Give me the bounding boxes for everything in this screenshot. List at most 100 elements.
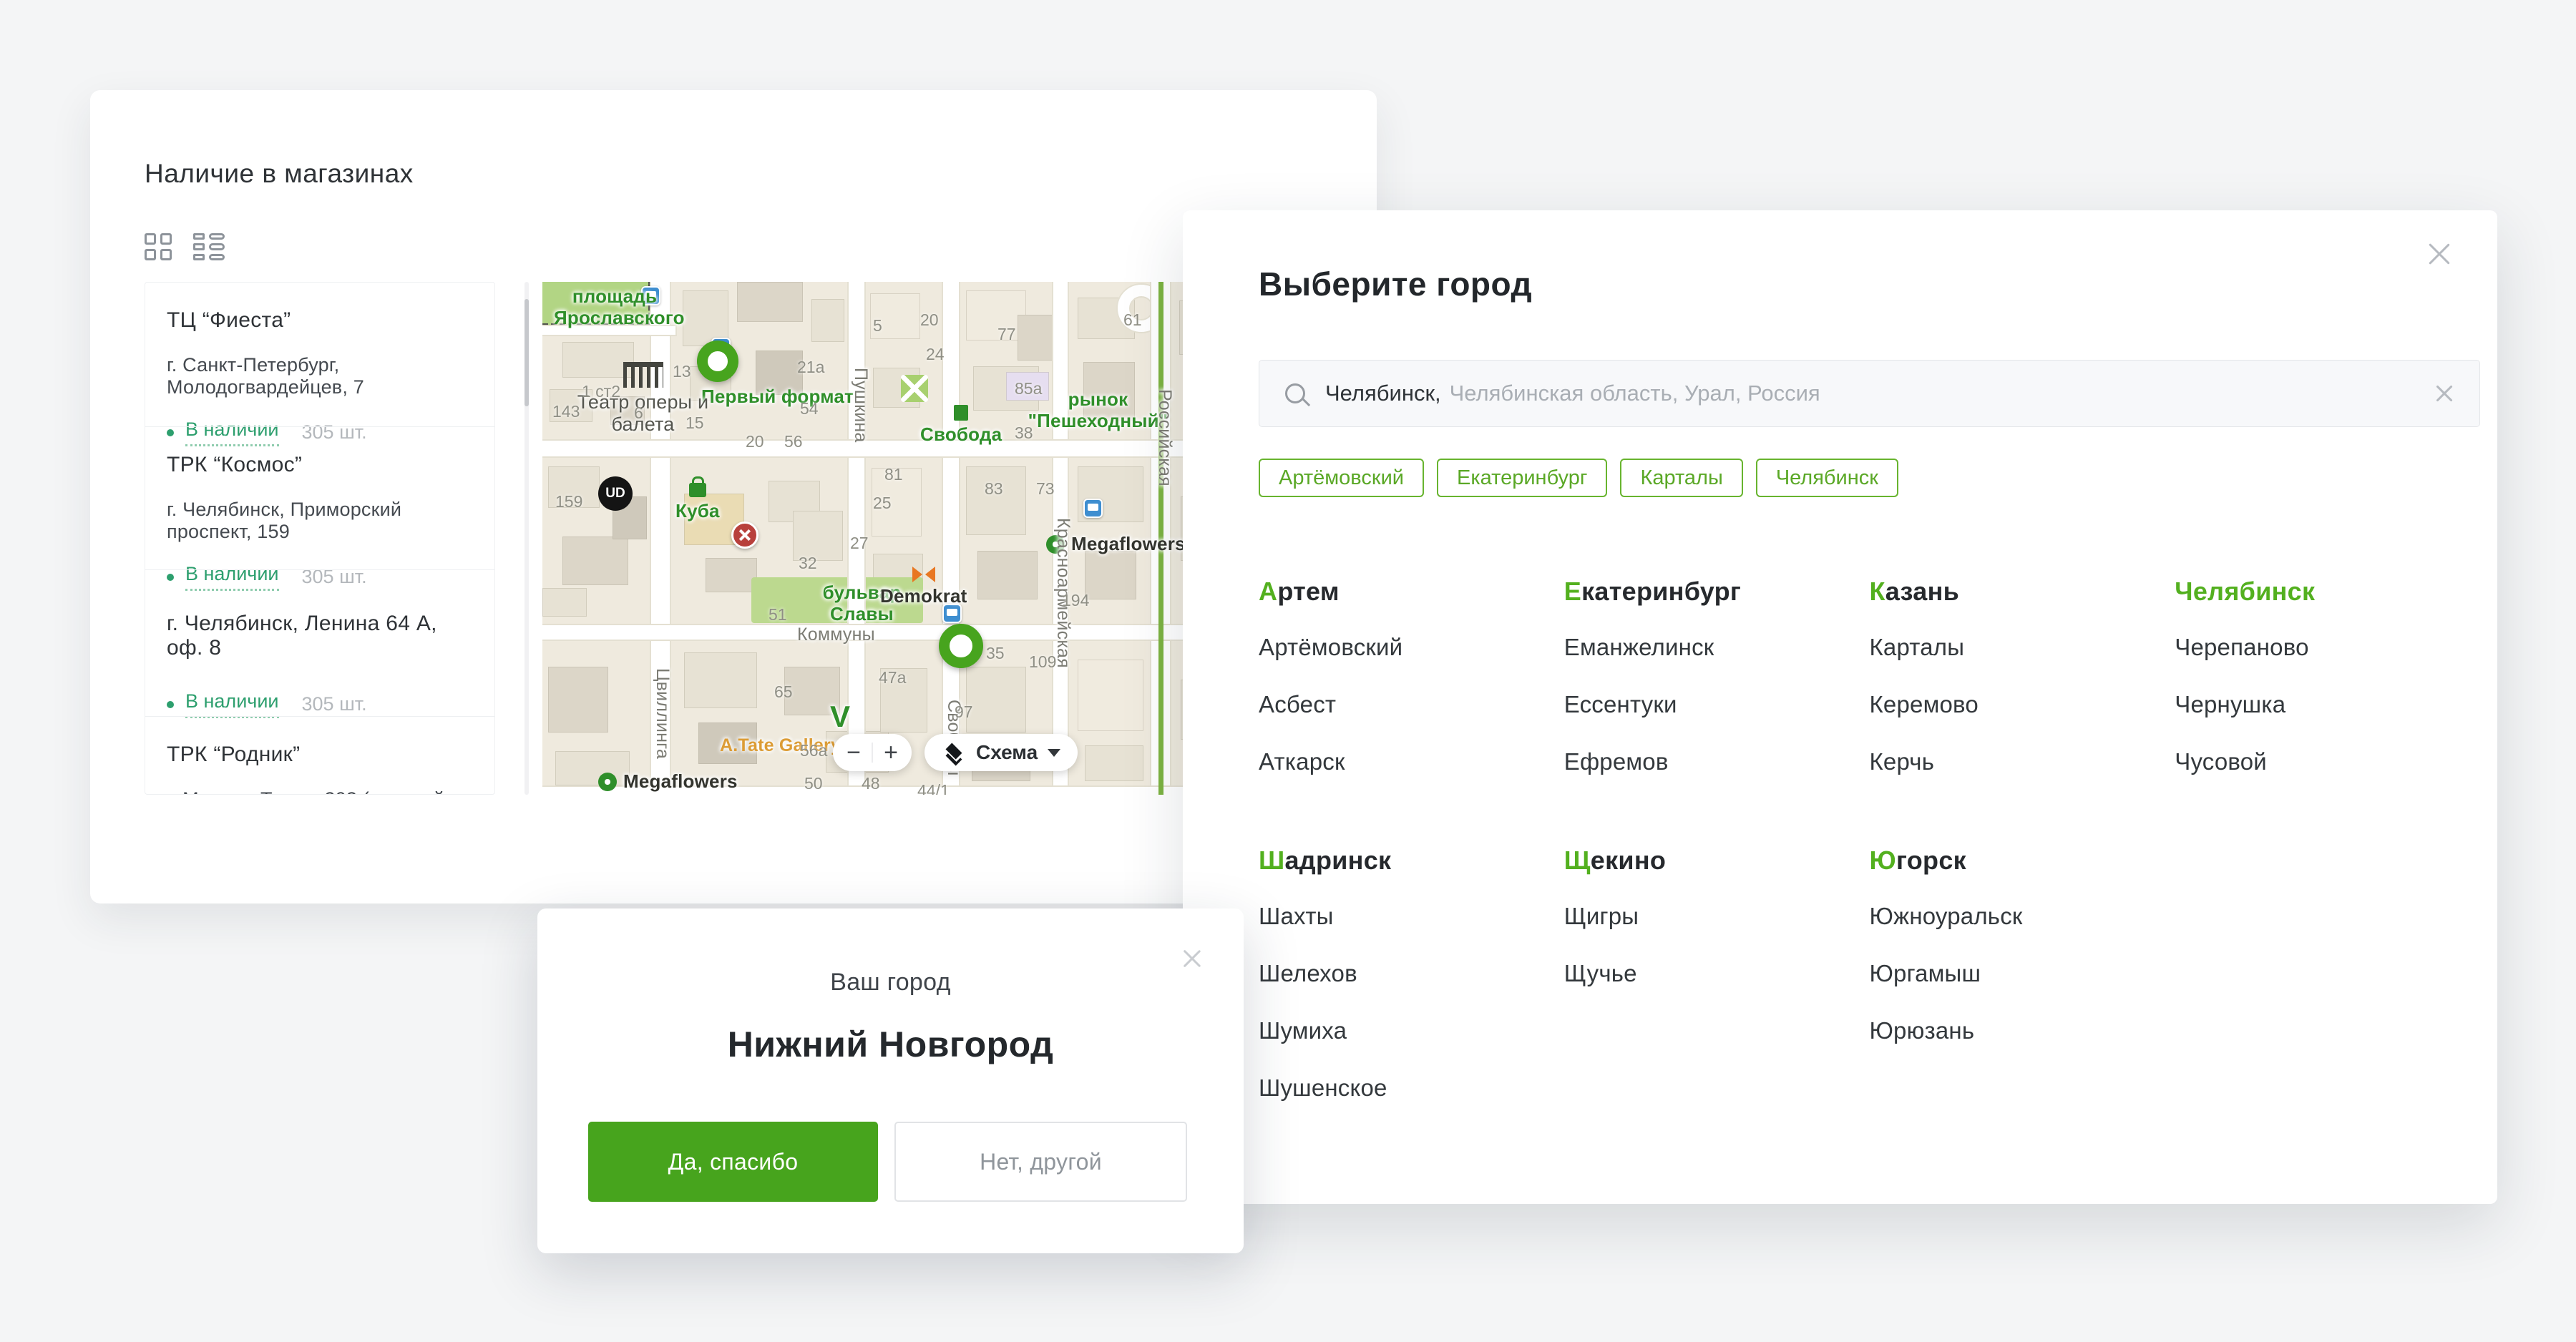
group-rest: елябинск bbox=[2193, 577, 2315, 606]
city-group: Артем Артёмовский Асбест Аткарск bbox=[1259, 577, 1564, 805]
group-initial: Ч bbox=[2175, 577, 2193, 606]
city-option[interactable]: Шахты bbox=[1259, 903, 1334, 930]
city-option[interactable]: Ефремов bbox=[1564, 748, 1669, 775]
city-chip[interactable]: Челябинск bbox=[1756, 459, 1898, 497]
store-list-item[interactable]: ТЦ “Фиеста” г. Санкт-Петербург, Молодогв… bbox=[145, 283, 494, 426]
zoom-out-button[interactable]: − bbox=[836, 734, 872, 771]
map-label-text: V bbox=[830, 700, 850, 733]
map-layers-button[interactable]: Схема bbox=[924, 734, 1078, 771]
city-option[interactable]: Щигры bbox=[1564, 903, 1639, 930]
store-location-marker[interactable] bbox=[939, 624, 983, 668]
city-option[interactable]: Шушенское bbox=[1259, 1074, 1387, 1102]
map-building-number: 109 bbox=[1029, 652, 1056, 672]
grid-view-icon[interactable] bbox=[145, 233, 172, 260]
map-building-number: 1 ст2 bbox=[582, 382, 620, 401]
city-option[interactable]: Ессентуки bbox=[1564, 691, 1677, 718]
map-building bbox=[1085, 551, 1136, 599]
zoom-in-button[interactable]: + bbox=[873, 734, 909, 771]
group-initial: Е bbox=[1564, 577, 1581, 606]
city-search-input[interactable]: Челябинск, Челябинская область, Урал, Ро… bbox=[1259, 360, 2480, 427]
closed-poi-icon bbox=[731, 521, 758, 549]
store-address: г. Санкт-Петербург, Молодогвардейцев, 7 bbox=[167, 354, 473, 398]
city-option[interactable]: Керчь bbox=[1870, 748, 1935, 775]
city-group-header[interactable]: Казань bbox=[1870, 577, 1960, 607]
group-rest: ртем bbox=[1277, 577, 1340, 606]
map-zoom-control: − + bbox=[833, 734, 912, 771]
city-option[interactable]: Шумиха bbox=[1259, 1017, 1347, 1044]
city-group-empty bbox=[2175, 846, 2480, 1132]
group-initial: К bbox=[1870, 577, 1885, 606]
map-building-number: 47а bbox=[879, 668, 906, 687]
search-value: Челябинск, bbox=[1325, 381, 1441, 406]
store-name: ТЦ “Фиеста” bbox=[167, 308, 473, 333]
store-list-item[interactable]: ТРК “Космос” г. Челябинск, Приморский пр… bbox=[145, 426, 494, 569]
city-option[interactable]: Аткарск bbox=[1259, 748, 1345, 775]
decline-city-button[interactable]: Нет, другой bbox=[894, 1122, 1187, 1202]
list-view-icon[interactable] bbox=[193, 233, 225, 260]
map-label-text: Megaflowers bbox=[623, 771, 738, 793]
city-option[interactable]: Южноуральск bbox=[1870, 903, 2023, 930]
city-option[interactable]: Чусовой bbox=[2175, 748, 2267, 775]
city-group: Щекино Щигры Щучье bbox=[1564, 846, 1870, 1132]
map-building-number: 81 bbox=[884, 465, 903, 484]
chevron-down-icon bbox=[1048, 749, 1060, 757]
clear-search-icon[interactable] bbox=[2435, 384, 2454, 403]
city-option[interactable]: Карталы bbox=[1870, 634, 1965, 661]
poi-label: Megaflowers bbox=[598, 771, 738, 793]
city-group-header[interactable]: Шадринск bbox=[1259, 846, 1391, 876]
search-icon bbox=[1285, 383, 1305, 403]
map-building-number: 143 bbox=[552, 402, 580, 421]
close-icon[interactable] bbox=[1182, 949, 1202, 969]
close-icon[interactable] bbox=[2427, 242, 2451, 266]
map-building-number: 56а bbox=[800, 741, 827, 760]
map-building bbox=[811, 299, 844, 342]
list-scrollbar[interactable] bbox=[525, 282, 529, 795]
map-building-number: 5 bbox=[873, 316, 882, 336]
map-building bbox=[966, 667, 1026, 733]
map-label-text: Куба bbox=[675, 501, 720, 522]
flower-icon bbox=[598, 773, 617, 791]
city-option[interactable]: Черепаново bbox=[2175, 634, 2308, 661]
map-building-number: 38 bbox=[1015, 423, 1033, 443]
city-chip[interactable]: Карталы bbox=[1620, 459, 1742, 497]
group-rest: катеринбург bbox=[1581, 577, 1741, 606]
map-building-number: 32 bbox=[799, 554, 817, 573]
city-chip[interactable]: Екатеринбург bbox=[1437, 459, 1607, 497]
map-label-text: Коммуны bbox=[797, 625, 875, 645]
page-title: Наличие в магазинах bbox=[145, 159, 414, 189]
city-group-header[interactable]: Югорск bbox=[1870, 846, 1966, 876]
city-option[interactable]: Чернушка bbox=[2175, 691, 2285, 718]
map-building-number: 159 bbox=[555, 492, 582, 511]
city-option[interactable]: Асбест bbox=[1259, 691, 1336, 718]
accept-city-button[interactable]: Да, спасибо bbox=[588, 1122, 878, 1202]
map-building-number: 73 bbox=[1036, 479, 1055, 499]
city-option[interactable]: Керемово bbox=[1870, 691, 1979, 718]
city-group-header[interactable]: Артем bbox=[1259, 577, 1340, 607]
city-option[interactable]: Артёмовский bbox=[1259, 634, 1402, 661]
store-name: г. Челябинск, Ленина 64 А, оф. 8 bbox=[167, 612, 473, 660]
city-option[interactable]: Шелехов bbox=[1259, 960, 1357, 987]
city-option[interactable]: Щучье bbox=[1564, 960, 1637, 987]
list-scrollbar-thumb[interactable] bbox=[525, 299, 529, 406]
confirm-label: Ваш город bbox=[537, 969, 1244, 996]
map-building bbox=[1085, 745, 1143, 781]
city-chip[interactable]: Артёмовский bbox=[1259, 459, 1424, 497]
store-list-item[interactable]: г. Челябинск, Ленина 64 А, оф. 8 В налич… bbox=[145, 569, 494, 716]
city-group: Челябинск Черепаново Чернушка Чусовой bbox=[2175, 577, 2480, 805]
poi-label: V bbox=[830, 700, 850, 734]
availability-dot-icon bbox=[167, 701, 174, 708]
city-group-header[interactable]: Щекино bbox=[1564, 846, 1666, 876]
city-option[interactable]: Еманжелинск bbox=[1564, 634, 1714, 661]
city-option[interactable]: Юрюзань bbox=[1870, 1017, 1975, 1044]
store-list-item[interactable]: ТРК “Родник” г. Москва, Труда, 203 (глав… bbox=[145, 716, 494, 795]
stock-quantity: 305 шт. bbox=[302, 693, 367, 715]
city-group: Казань Карталы Керемово Керчь bbox=[1870, 577, 2175, 805]
group-rest: екино bbox=[1591, 846, 1666, 875]
map-building-number: 194 bbox=[1062, 591, 1089, 610]
street-label: Российская bbox=[1154, 389, 1175, 486]
map-building-number: 20 bbox=[920, 310, 939, 330]
city-option[interactable]: Юргамыш bbox=[1870, 960, 1981, 987]
availability-link[interactable]: В наличии bbox=[185, 690, 279, 718]
city-group-header-selected[interactable]: Челябинск bbox=[2175, 577, 2315, 607]
city-group-header[interactable]: Екатеринбург bbox=[1564, 577, 1741, 607]
